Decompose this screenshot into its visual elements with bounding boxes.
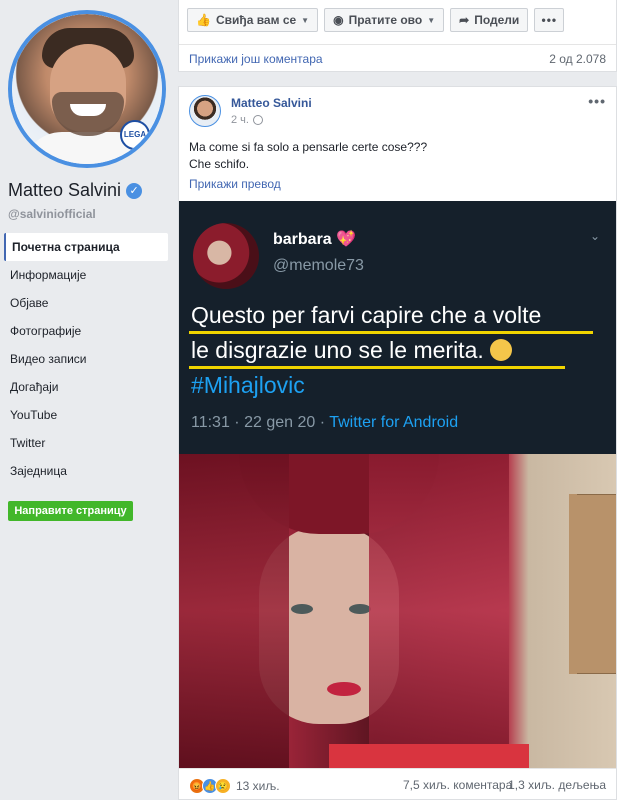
tweet-text-line: le disgrazie uno se le merita. <box>191 337 512 364</box>
photo-hair <box>179 454 289 768</box>
tweet-author-name: barbara 💖 <box>273 229 356 249</box>
share-arrow-icon: ➦ <box>459 13 470 27</box>
rss-icon: ◉ <box>333 13 344 27</box>
tweet-text-line-content: le disgrazie uno se le merita. <box>191 337 484 363</box>
post-author-avatar[interactable] <box>189 95 221 127</box>
sad-reaction-icon: 😢 <box>215 778 231 794</box>
post-timestamp[interactable]: 2 ч. <box>231 114 249 126</box>
highlight-underline <box>189 331 593 334</box>
photo-background-cabinet <box>569 494 616 674</box>
reactions-summary[interactable]: 😡 👍 😢 13 хиљ. <box>189 778 280 794</box>
photo-lips <box>327 682 361 696</box>
tweet-source: Twitter for Android <box>329 414 459 431</box>
photo-hair <box>369 454 509 768</box>
chevron-down-icon: ⌄ <box>589 229 600 243</box>
follow-page-button[interactable]: ◉ Пратите ово ▼ <box>324 8 445 32</box>
page-name[interactable]: Matteo Salvini ✓ <box>8 180 143 201</box>
post-card: Matteo Salvini 2 ч. ••• Ma come si fa so… <box>178 86 617 800</box>
like-page-button[interactable]: 👍 Свиђа вам се ▼ <box>187 8 319 32</box>
nav-item-community[interactable]: Заједница <box>4 457 168 485</box>
view-more-comments-link[interactable]: Прикажи још коментара <box>189 52 323 66</box>
share-page-label: Подели <box>474 13 520 27</box>
create-page-button[interactable]: Направите страницу <box>8 501 133 521</box>
tweet-meta: 11:31 · 22 gen 20 · Twitter for Android <box>191 414 458 432</box>
photo-eye <box>291 604 313 614</box>
post-options-button[interactable]: ••• <box>588 93 606 109</box>
highlight-underline <box>189 366 565 369</box>
photo-eye <box>349 604 371 614</box>
comments-row: Прикажи још коментара 2 од 2.078 <box>179 44 616 72</box>
follow-page-label: Пратите ово <box>348 13 423 27</box>
like-page-label: Свиђа вам се <box>215 13 297 27</box>
party-badge-icon: LEGA <box>120 120 150 150</box>
nav-item-events[interactable]: Догађаји <box>4 373 168 401</box>
post-footer: 😡 👍 😢 13 хиљ. 7,5 хиљ. коментара 1,3 хиљ… <box>179 768 616 800</box>
chevron-down-icon: ▼ <box>427 15 436 25</box>
reactions-count[interactable]: 13 хиљ. <box>236 779 280 793</box>
post-text: Ma come si fa solo a pensarle certe cose… <box>189 139 427 173</box>
nav-item-posts[interactable]: Објаве <box>4 289 168 317</box>
globe-icon <box>252 115 263 125</box>
chevron-down-icon: ▼ <box>301 15 310 25</box>
tweet-screenshot[interactable]: barbara 💖 @memole73 ⌄ Questo per farvi c… <box>179 201 616 454</box>
verified-badge-icon: ✓ <box>126 182 143 199</box>
share-page-button[interactable]: ➦ Подели <box>450 8 529 32</box>
tweet-time: 11:31 · 22 gen 20 · <box>191 414 330 431</box>
nav-item-videos[interactable]: Видео записи <box>4 345 168 373</box>
feed: 👍 Свиђа вам се ▼ ◉ Пратите ово ▼ ➦ Подел… <box>178 0 617 800</box>
nav-item-twitter[interactable]: Twitter <box>4 429 168 457</box>
nav-item-photos[interactable]: Фотографије <box>4 317 168 345</box>
profile-photo: LEGA <box>12 14 162 164</box>
facepalm-emoji-icon <box>489 339 512 361</box>
sparkling-heart-icon: 💖 <box>336 231 357 248</box>
tweet-hashtag: #Mihajlovic <box>191 372 305 398</box>
shares-total-link[interactable]: 1,3 хиљ. дељења <box>508 778 606 792</box>
previous-post-card: 👍 Свиђа вам се ▼ ◉ Пратите ово ▼ ➦ Подел… <box>178 0 617 72</box>
see-translation-link[interactable]: Прикажи превод <box>189 177 281 191</box>
page-handle[interactable]: @salviniofficial <box>8 207 96 221</box>
nav-item-about[interactable]: Информације <box>4 261 168 289</box>
page-actions: 👍 Свиђа вам се ▼ ◉ Пратите ово ▼ ➦ Подел… <box>187 8 565 32</box>
nav-item-youtube[interactable]: YouTube <box>4 401 168 429</box>
page-nav: Почетна страница Информације Објаве Фото… <box>4 233 168 485</box>
post-photo[interactable] <box>179 454 616 768</box>
tweet-author-handle: @memole73 <box>273 257 364 274</box>
profile-picture[interactable]: LEGA <box>8 10 166 168</box>
tweet-author-name-text: barbara <box>273 231 332 248</box>
photo-shirt <box>329 744 529 768</box>
post-text-line: Ma come si fa solo a pensarle certe cose… <box>189 140 428 154</box>
thumbs-up-icon: 👍 <box>196 13 211 27</box>
nav-item-home[interactable]: Почетна страница <box>4 233 168 261</box>
page-name-text[interactable]: Matteo Salvini <box>8 180 121 201</box>
post-meta: 2 ч. <box>231 114 263 126</box>
more-options-button[interactable]: ••• <box>534 8 565 32</box>
post-author-name[interactable]: Matteo Salvini <box>231 96 312 110</box>
comments-total-link[interactable]: 7,5 хиљ. коментара <box>403 778 512 792</box>
tweet-avatar <box>193 223 259 289</box>
post-text-line: Che schifo. <box>189 157 250 171</box>
page-sidebar: LEGA Matteo Salvini ✓ @salviniofficial П… <box>0 0 170 800</box>
comments-counter: 2 од 2.078 <box>549 52 606 66</box>
tweet-text-line: Questo per farvi capire che a volte <box>191 302 542 328</box>
